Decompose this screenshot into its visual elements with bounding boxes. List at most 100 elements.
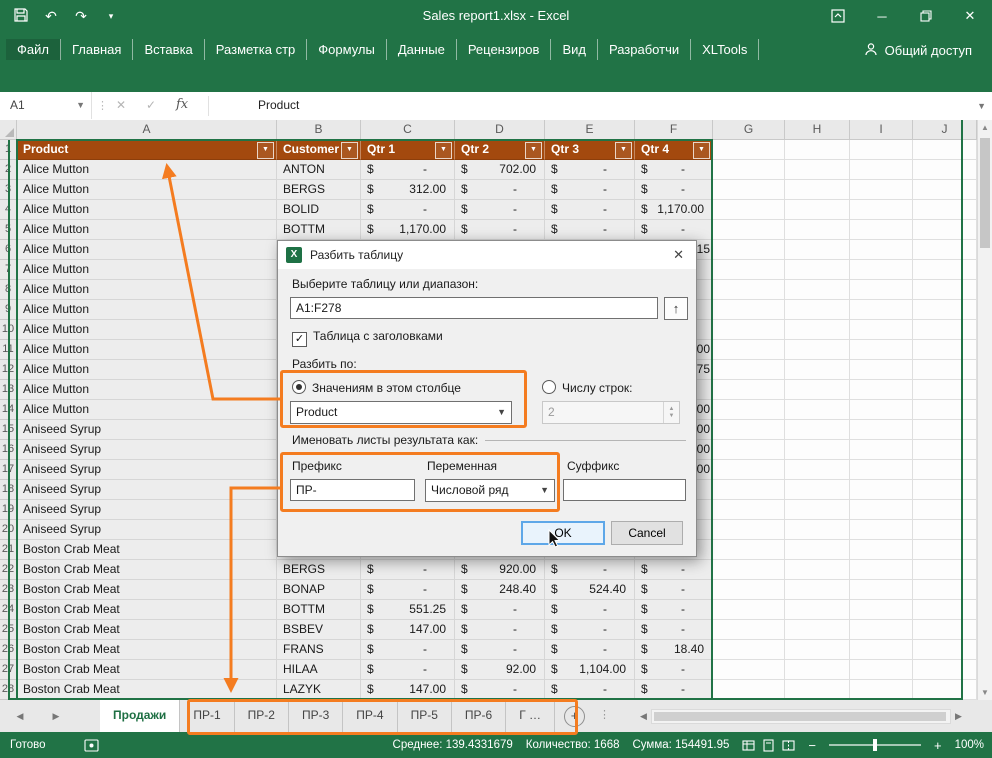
empty-cell[interactable]	[913, 420, 977, 440]
qtr-cell[interactable]: $ -	[635, 660, 713, 680]
horizontal-scrollbar[interactable]: ◀ ▶	[636, 700, 966, 732]
column-header-H[interactable]: H	[785, 120, 850, 140]
empty-cell[interactable]	[785, 380, 850, 400]
by-rows-radio-row[interactable]: Числу строк:	[542, 380, 632, 395]
tab-scroll-right-icon[interactable]: ▶	[42, 700, 70, 732]
qtr-cell[interactable]: $ -	[635, 620, 713, 640]
ribbon-tab-3[interactable]: Вставка	[133, 39, 205, 60]
sheet-tab-2[interactable]: ПР-1	[180, 700, 235, 732]
by-values-radio-row[interactable]: Значениям в этом столбце	[292, 380, 461, 395]
empty-cell[interactable]	[713, 660, 785, 680]
empty-cell[interactable]	[713, 160, 785, 180]
empty-cell[interactable]	[785, 520, 850, 540]
empty-cell[interactable]	[785, 500, 850, 520]
empty-cell[interactable]	[913, 340, 977, 360]
product-cell[interactable]: Boston Crab Meat	[17, 640, 277, 660]
name-box-dropdown-icon[interactable]: ▼	[76, 92, 85, 119]
macro-record-icon[interactable]	[83, 738, 99, 752]
qtr-cell[interactable]: $ -	[635, 600, 713, 620]
empty-cell[interactable]	[713, 220, 785, 240]
qtr-cell[interactable]: $ -	[545, 680, 635, 700]
filter-icon[interactable]: ▼	[257, 142, 274, 159]
empty-cell[interactable]	[713, 640, 785, 660]
empty-cell[interactable]	[713, 200, 785, 220]
empty-cell[interactable]	[713, 280, 785, 300]
by-rows-radio[interactable]	[542, 380, 556, 394]
page-layout-view-icon[interactable]	[762, 738, 775, 752]
empty-cell[interactable]	[850, 220, 913, 240]
empty-cell[interactable]	[785, 200, 850, 220]
horizontal-scroll-thumb[interactable]	[654, 711, 946, 721]
empty-cell[interactable]	[713, 400, 785, 420]
empty-cell[interactable]	[913, 620, 977, 640]
qtr-cell[interactable]: $ -	[361, 160, 455, 180]
qtr-cell[interactable]: $ -	[545, 600, 635, 620]
empty-cell[interactable]	[913, 180, 977, 200]
empty-cell[interactable]	[785, 260, 850, 280]
qtr-cell[interactable]: $ -	[545, 160, 635, 180]
qtr-cell[interactable]: $ -	[361, 640, 455, 660]
ribbon-tab-9[interactable]: Разработчи	[598, 39, 692, 60]
qtr-cell[interactable]: $ -	[455, 600, 545, 620]
empty-cell[interactable]	[785, 340, 850, 360]
empty-cell[interactable]	[785, 440, 850, 460]
product-cell[interactable]: Alice Mutton	[17, 260, 277, 280]
ribbon-display-options-icon[interactable]	[816, 0, 860, 32]
empty-cell[interactable]	[850, 380, 913, 400]
qtr-cell[interactable]: $ -	[455, 620, 545, 640]
product-cell[interactable]: Boston Crab Meat	[17, 560, 277, 580]
empty-cell[interactable]	[913, 440, 977, 460]
prefix-input[interactable]	[290, 479, 415, 501]
qtr-cell[interactable]: $ -	[545, 180, 635, 200]
empty-cell[interactable]	[850, 580, 913, 600]
empty-cell[interactable]	[785, 220, 850, 240]
product-cell[interactable]: Alice Mutton	[17, 240, 277, 260]
variable-select[interactable]: Числовой ряд ▼	[425, 479, 555, 502]
empty-cell[interactable]	[850, 660, 913, 680]
spinner-arrows-icon[interactable]: ▲ ▼	[663, 402, 679, 423]
qtr-cell[interactable]: $551.25	[361, 600, 455, 620]
empty-cell[interactable]	[913, 560, 977, 580]
dialog-close-icon[interactable]: ✕	[673, 247, 684, 263]
qtr-cell[interactable]: $18.40	[635, 640, 713, 660]
column-header-J[interactable]: J	[913, 120, 977, 140]
column-header-B[interactable]: B	[277, 120, 361, 140]
vertical-scroll-thumb[interactable]	[980, 138, 990, 248]
qtr-cell[interactable]: $920.00	[455, 560, 545, 580]
sheet-tab-6[interactable]: ПР-5	[398, 700, 452, 732]
qtr-cell[interactable]: $1,104.00	[545, 660, 635, 680]
empty-cell[interactable]	[713, 440, 785, 460]
empty-cell[interactable]	[913, 320, 977, 340]
empty-cell[interactable]	[785, 400, 850, 420]
product-cell[interactable]: Alice Mutton	[17, 180, 277, 200]
table-header-cell[interactable]: Customer ▼	[277, 140, 361, 160]
product-cell[interactable]: Alice Mutton	[17, 340, 277, 360]
product-cell[interactable]: Boston Crab Meat	[17, 540, 277, 560]
empty-cell[interactable]	[850, 420, 913, 440]
restore-icon[interactable]	[904, 0, 948, 32]
qtr-cell[interactable]: $ -	[635, 180, 713, 200]
empty-cell[interactable]	[785, 680, 850, 700]
scroll-down-icon[interactable]: ▼	[978, 688, 992, 697]
qtr-cell[interactable]: $ -	[545, 560, 635, 580]
ribbon-tab-1[interactable]: Файл	[6, 39, 61, 60]
empty-cell[interactable]	[785, 280, 850, 300]
column-select[interactable]: Product ▼	[290, 401, 512, 424]
column-header-G[interactable]: G	[713, 120, 785, 140]
empty-cell[interactable]	[713, 340, 785, 360]
empty-cell[interactable]	[913, 460, 977, 480]
filter-icon[interactable]: ▼	[525, 142, 542, 159]
zoom-slider[interactable]	[828, 739, 921, 751]
qtr-cell[interactable]: $312.00	[361, 180, 455, 200]
customer-cell[interactable]: BSBEV	[277, 620, 361, 640]
qtr-cell[interactable]: $ -	[455, 200, 545, 220]
empty-cell[interactable]	[913, 240, 977, 260]
ribbon-tab-10[interactable]: XLTools	[691, 39, 760, 60]
customer-cell[interactable]: BONAP	[277, 580, 361, 600]
product-cell[interactable]: Aniseed Syrup	[17, 420, 277, 440]
product-cell[interactable]: Boston Crab Meat	[17, 620, 277, 640]
range-picker-button[interactable]: ↑	[664, 297, 688, 320]
formula-content[interactable]: Product	[258, 98, 299, 112]
empty-cell[interactable]	[785, 600, 850, 620]
product-cell[interactable]: Alice Mutton	[17, 320, 277, 340]
